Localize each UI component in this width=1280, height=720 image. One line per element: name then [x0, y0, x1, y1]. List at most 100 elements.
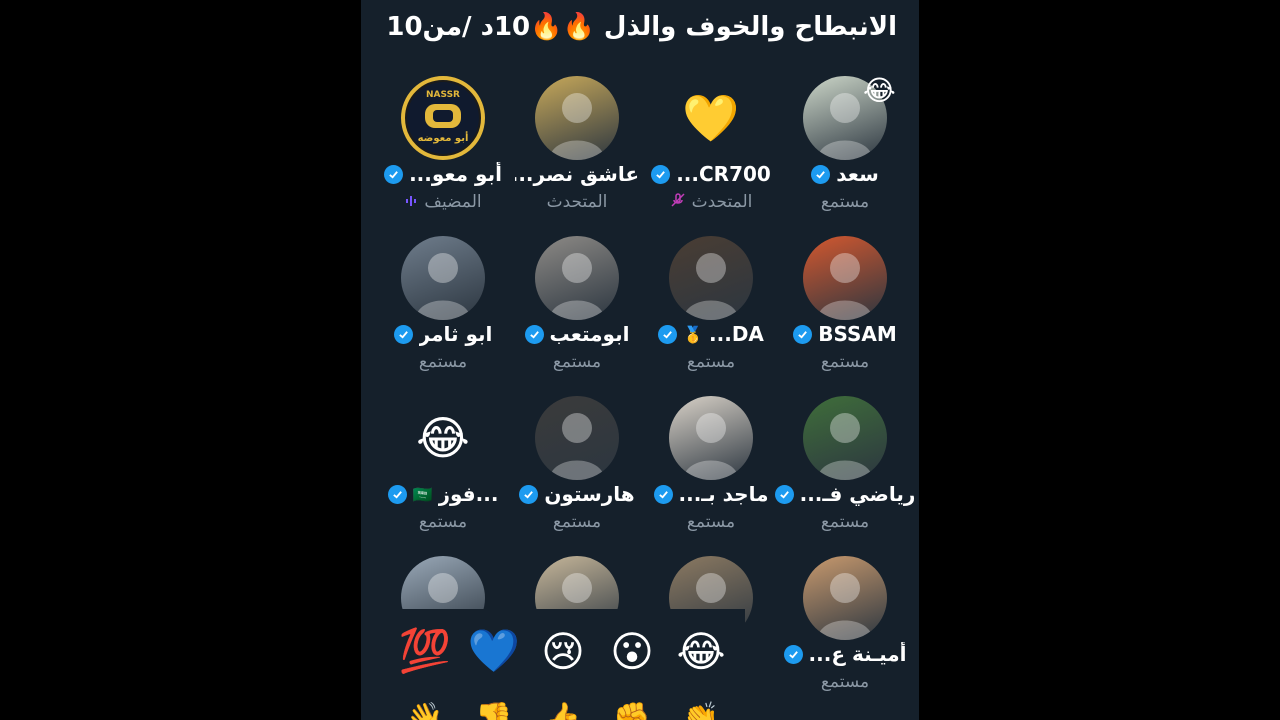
participant-name: أبو معو...: [409, 162, 502, 186]
person-photo-icon: [549, 413, 605, 480]
reactions-tray: 💯 💙 😢 😮 😂 👋 👎 👍 ✊ 👏: [385, 609, 745, 720]
participant-card[interactable]: BSSAM مستمع: [767, 236, 907, 386]
thumbs-up-reaction[interactable]: 👍: [535, 701, 591, 720]
participant-role-row: مستمع: [767, 672, 919, 692]
participant-role: مستمع: [686, 512, 736, 532]
surprised-face-reaction[interactable]: 😮: [604, 623, 660, 679]
participant-name: أميـنة ع...: [808, 642, 907, 666]
participant-role: مستمع: [418, 512, 468, 532]
participant-name: سعد: [836, 162, 879, 186]
participant-role: مستمع: [418, 352, 468, 372]
participant-name: رياضي فـ...: [799, 482, 916, 506]
participant-name-row: ...فوز 🇸🇦: [365, 482, 521, 506]
raised-fist-reaction[interactable]: ✊: [604, 701, 660, 720]
participant-role: مستمع: [820, 352, 870, 372]
participant-card[interactable]: هارستون مستمع: [499, 396, 639, 546]
participant-name: ...فوز: [438, 482, 499, 506]
participant-name: CR700...: [676, 162, 771, 186]
thumbs-down-reaction[interactable]: 👎: [466, 701, 522, 720]
participant-role-row: مستمع: [633, 512, 789, 532]
avatar[interactable]: [401, 236, 485, 320]
participant-role-row: مستمع: [767, 352, 919, 372]
participant-card[interactable]: أميـنة ع... مستمع: [767, 556, 907, 706]
participant-name-row: ماجد بـ...: [633, 482, 789, 506]
verified-badge-icon: [653, 484, 673, 504]
waving-hand-reaction[interactable]: 👋: [397, 701, 453, 720]
participant-role-row: مستمع: [499, 512, 655, 532]
avatar[interactable]: [669, 396, 753, 480]
participant-name-row: عاشق نصر...: [499, 162, 655, 186]
participant-card[interactable]: رياضي فـ... مستمع: [767, 396, 915, 546]
name-badge-icon: 🥇: [683, 324, 704, 344]
mic-muted-icon: [670, 192, 686, 212]
participant-card[interactable]: ماجد بـ... مستمع: [633, 396, 773, 546]
participant-card[interactable]: DA... 🥇 مستمع: [633, 236, 773, 386]
avatar[interactable]: [803, 556, 887, 640]
participant-name-row: DA... 🥇: [633, 322, 789, 346]
verified-badge-icon: [811, 164, 831, 184]
participant-role-row: المتحدث: [499, 192, 655, 212]
person-photo-icon: [415, 253, 471, 320]
blue-heart-reaction[interactable]: 💙: [466, 623, 522, 679]
crying-face-reaction[interactable]: 😢: [535, 623, 591, 679]
participant-name-row: ابو ثامر: [365, 322, 521, 346]
participant-card[interactable]: 💛 CR700... المتحدث: [633, 76, 773, 226]
participant-role: مستمع: [820, 512, 870, 532]
participant-card[interactable]: عاشق نصر... المتحدث: [499, 76, 639, 226]
verified-badge-icon: [519, 484, 539, 504]
participant-name: ابو ثامر: [418, 322, 493, 346]
avatar[interactable]: [803, 236, 887, 320]
avatar[interactable]: [535, 76, 619, 160]
avatar-emoji-icon: 😂: [416, 411, 470, 465]
verified-badge-icon: [393, 324, 413, 344]
logo-sub-label: أبو معوضه: [417, 133, 469, 144]
participant-name: عاشق نصر...: [515, 162, 639, 186]
participant-role-row: مستمع: [633, 352, 789, 372]
verified-badge-icon: [524, 324, 544, 344]
avatar-emoji-icon: 💛: [682, 90, 740, 145]
name-badge-icon: 🇸🇦: [412, 484, 433, 504]
participant-card[interactable]: 😂 ...فوز 🇸🇦 مستمع: [365, 396, 505, 546]
person-photo-icon: [817, 253, 873, 320]
verified-badge-icon: [774, 484, 794, 504]
participant-role: مستمع: [820, 672, 870, 692]
avatar[interactable]: [535, 396, 619, 480]
participant-role-row: مستمع: [499, 352, 655, 372]
participant-card[interactable]: ابومتعب مستمع: [499, 236, 639, 386]
participant-card[interactable]: ابو ثامر مستمع: [365, 236, 505, 386]
person-photo-icon: [549, 253, 605, 320]
participant-role: مستمع: [552, 352, 602, 372]
participant-role-row: مستمع: [767, 192, 919, 212]
participant-card[interactable]: NASSR أبو معوضه أبو معو... المضيف: [365, 76, 505, 226]
participant-name-row: ابومتعب: [499, 322, 655, 346]
verified-badge-icon: [783, 644, 803, 664]
participant-role: مستمع: [686, 352, 736, 372]
verified-badge-icon: [793, 324, 813, 344]
clapping-hands-reaction[interactable]: 👏: [673, 701, 729, 720]
participant-role-row: مستمع: [767, 512, 919, 532]
avatar[interactable]: [803, 396, 887, 480]
tears-of-joy-reaction[interactable]: 😂: [673, 623, 729, 679]
avatar[interactable]: 😂: [401, 396, 485, 480]
participant-name: هارستون: [544, 482, 635, 506]
participant-name: DA...: [709, 322, 764, 346]
verified-badge-icon: [658, 324, 678, 344]
person-photo-icon: [817, 413, 873, 480]
participant-role: المتحدث: [691, 192, 753, 212]
participant-role: مستمع: [820, 192, 870, 212]
participant-role: المتحدث: [546, 192, 608, 212]
logo-label: NASSR: [426, 90, 460, 100]
space-panel: الانبطاح والخوف والذل 🔥🔥10د /من10 NASSR أ…: [361, 0, 919, 720]
participant-card[interactable]: 😂 سعد مستمع: [767, 74, 907, 226]
participant-name: ابومتعب: [549, 322, 630, 346]
avatar[interactable]: NASSR أبو معوضه: [401, 76, 485, 160]
avatar[interactable]: 💛: [669, 76, 753, 160]
avatar[interactable]: [535, 236, 619, 320]
participant-role-row: المتحدث: [633, 192, 789, 212]
participant-name: ماجد بـ...: [678, 482, 769, 506]
avatar[interactable]: [669, 236, 753, 320]
hundred-points-reaction[interactable]: 💯: [397, 623, 453, 679]
participant-role-row: مستمع: [365, 352, 521, 372]
verified-badge-icon: [387, 484, 407, 504]
participant-name-row: BSSAM: [767, 322, 919, 346]
